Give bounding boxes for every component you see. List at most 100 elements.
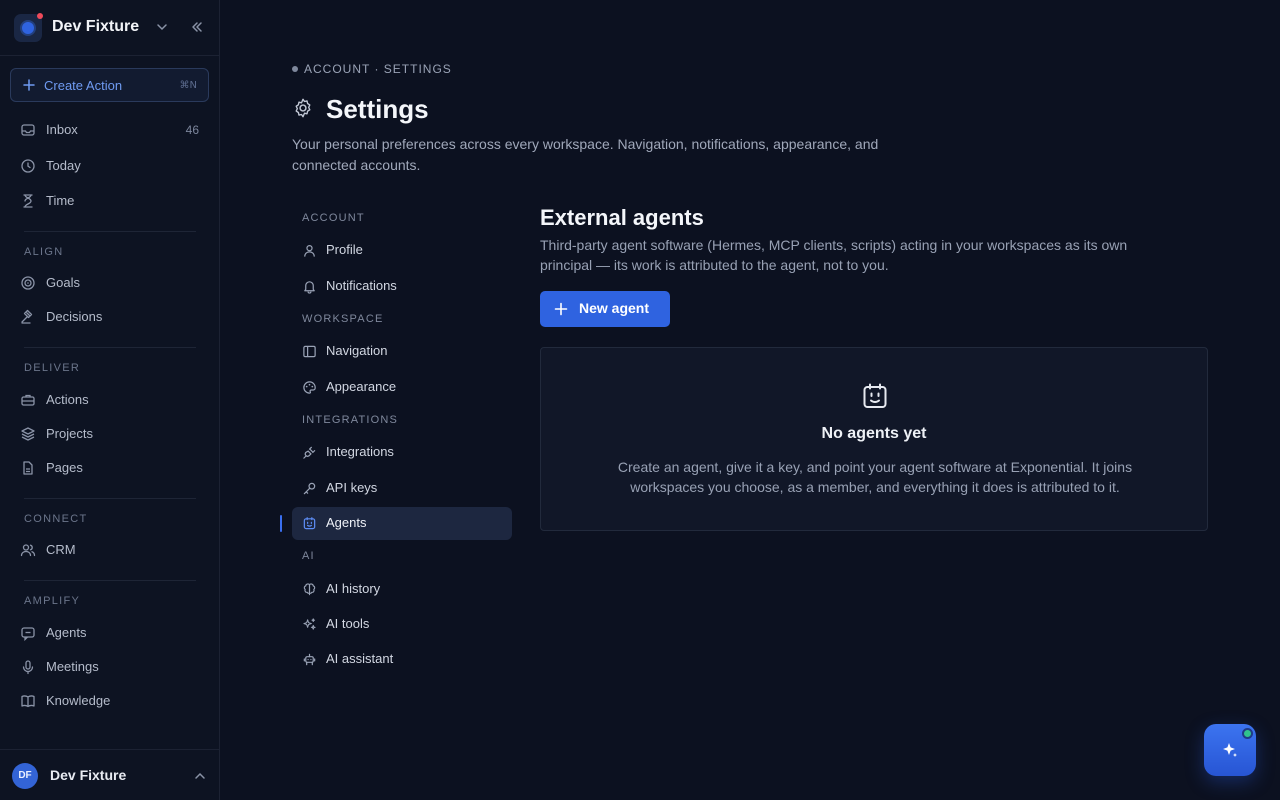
breadcrumb: ACCOUNT · SETTINGS bbox=[304, 62, 452, 76]
bot-icon bbox=[303, 517, 316, 530]
briefcase-icon bbox=[21, 394, 35, 406]
sidebar-item-label: Knowledge bbox=[46, 693, 111, 708]
sidebar: Dev Fixture Create Action ⌘N Inbox 46 To… bbox=[0, 0, 220, 800]
sidebar-item-time[interactable]: Time bbox=[10, 186, 209, 216]
settings-item-label: Appearance bbox=[326, 379, 397, 394]
inbox-count: 46 bbox=[185, 123, 199, 137]
section-title: External agents bbox=[540, 205, 704, 230]
plus-icon bbox=[23, 79, 35, 91]
settings-item-integrations[interactable]: Integrations bbox=[292, 436, 512, 469]
new-agent-button[interactable]: New agent bbox=[540, 291, 670, 327]
sidebar-item-goals[interactable]: Goals bbox=[10, 268, 209, 298]
settings-item-label: Notifications bbox=[326, 278, 397, 293]
clock-icon bbox=[21, 159, 35, 173]
active-indicator bbox=[280, 515, 282, 532]
settings-item-label: AI tools bbox=[326, 616, 370, 631]
brain-icon bbox=[303, 583, 316, 596]
settings-item-ai-assistant[interactable]: AI assistant bbox=[292, 643, 512, 676]
sparkles-icon bbox=[1223, 743, 1237, 757]
section-label-align: ALIGN bbox=[24, 246, 64, 258]
settings-item-appearance[interactable]: Appearance bbox=[292, 371, 512, 404]
settings-item-notifications[interactable]: Notifications bbox=[292, 270, 512, 303]
collapse-sidebar-icon[interactable] bbox=[189, 19, 205, 35]
sidebar-item-label: Goals bbox=[46, 275, 80, 290]
sidebar-item-decisions[interactable]: Decisions bbox=[10, 302, 209, 332]
user-icon bbox=[304, 245, 315, 257]
settings-item-label: AI history bbox=[326, 581, 381, 596]
section-label-amplify: AMPLIFY bbox=[24, 595, 81, 607]
divider bbox=[24, 231, 196, 232]
breadcrumb-dot bbox=[292, 66, 298, 72]
empty-state-description: Create an agent, give it a key, and poin… bbox=[617, 459, 1133, 495]
users-icon bbox=[20, 544, 36, 557]
palette-icon bbox=[303, 381, 316, 394]
sidebar-item-today[interactable]: Today bbox=[10, 151, 209, 181]
workspace-name: Dev Fixture bbox=[52, 18, 140, 35]
sidebar-icon bbox=[303, 345, 316, 358]
sidebar-item-crm[interactable]: CRM bbox=[10, 535, 209, 565]
sidebar-item-label: Pages bbox=[46, 460, 83, 475]
empty-state: No agents yet Create an agent, give it a… bbox=[540, 347, 1208, 531]
sidebar-item-agents[interactable]: Agents bbox=[10, 618, 209, 648]
section-label-deliver: DELIVER bbox=[24, 362, 81, 374]
section-description: Third-party agent software (Hermes, MCP … bbox=[540, 237, 1128, 273]
layers-icon bbox=[21, 427, 35, 441]
shortcut-hint: ⌘N bbox=[179, 80, 197, 91]
key-icon bbox=[303, 482, 316, 495]
robot-icon bbox=[303, 653, 316, 666]
gavel-icon bbox=[21, 309, 33, 324]
sidebar-item-actions[interactable]: Actions bbox=[10, 385, 209, 415]
user-name: Dev Fixture bbox=[50, 767, 127, 783]
empty-state-title: No agents yet bbox=[821, 425, 927, 442]
sidebar-item-label: Today bbox=[46, 158, 81, 173]
settings-section-workspace: WORKSPACE bbox=[302, 313, 384, 325]
sidebar-item-knowledge[interactable]: Knowledge bbox=[10, 686, 209, 716]
chevron-up-icon[interactable] bbox=[193, 769, 207, 783]
sidebar-item-pages[interactable]: Pages bbox=[10, 453, 209, 483]
settings-item-ai-history[interactable]: AI history bbox=[292, 573, 512, 606]
section-label-connect: CONNECT bbox=[24, 513, 88, 525]
settings-section-account: ACCOUNT bbox=[302, 212, 365, 224]
sidebar-item-label: Decisions bbox=[46, 309, 103, 324]
workspace-logo bbox=[14, 13, 43, 42]
settings-item-api-keys[interactable]: API keys bbox=[292, 472, 512, 505]
ai-assistant-button[interactable] bbox=[1204, 724, 1256, 776]
settings-item-label: Agents bbox=[326, 515, 367, 530]
page-title: Settings bbox=[326, 94, 429, 124]
sidebar-item-inbox[interactable]: Inbox 46 bbox=[10, 115, 209, 145]
mic-icon bbox=[22, 660, 34, 675]
settings-item-label: AI assistant bbox=[326, 651, 394, 666]
sparkles-icon bbox=[303, 618, 316, 630]
plus-icon bbox=[554, 302, 568, 316]
notification-dot bbox=[37, 13, 43, 19]
settings-item-label: Integrations bbox=[326, 444, 394, 459]
bell-icon bbox=[304, 281, 315, 294]
workspace-switcher[interactable]: Dev Fixture bbox=[0, 0, 219, 56]
create-action-label: Create Action bbox=[44, 78, 123, 93]
settings-item-navigation[interactable]: Navigation bbox=[292, 335, 512, 368]
divider bbox=[24, 498, 196, 499]
user-menu[interactable]: DF Dev Fixture bbox=[0, 749, 219, 800]
sidebar-item-label: CRM bbox=[46, 542, 76, 557]
bot-icon bbox=[863, 383, 887, 408]
divider bbox=[24, 580, 196, 581]
book-icon bbox=[21, 695, 35, 708]
create-action-button[interactable]: Create Action ⌘N bbox=[10, 68, 209, 102]
settings-item-label: Profile bbox=[326, 242, 363, 257]
settings-item-agents[interactable]: Agents bbox=[292, 507, 512, 540]
sidebar-item-label: Inbox bbox=[46, 122, 78, 137]
avatar: DF bbox=[12, 763, 38, 789]
settings-item-profile[interactable]: Profile bbox=[292, 234, 512, 267]
hourglass-icon bbox=[23, 194, 33, 208]
plug-icon bbox=[303, 446, 316, 459]
settings-item-ai-tools[interactable]: AI tools bbox=[292, 608, 512, 641]
sidebar-item-label: Meetings bbox=[46, 659, 99, 674]
settings-item-label: Navigation bbox=[326, 343, 388, 358]
sidebar-item-meetings[interactable]: Meetings bbox=[10, 652, 209, 682]
chat-icon bbox=[21, 627, 35, 641]
settings-section-ai: AI bbox=[302, 550, 315, 562]
target-icon bbox=[21, 276, 35, 290]
gear-icon bbox=[295, 98, 311, 118]
sidebar-item-projects[interactable]: Projects bbox=[10, 419, 209, 449]
chevron-down-icon[interactable] bbox=[155, 20, 169, 34]
